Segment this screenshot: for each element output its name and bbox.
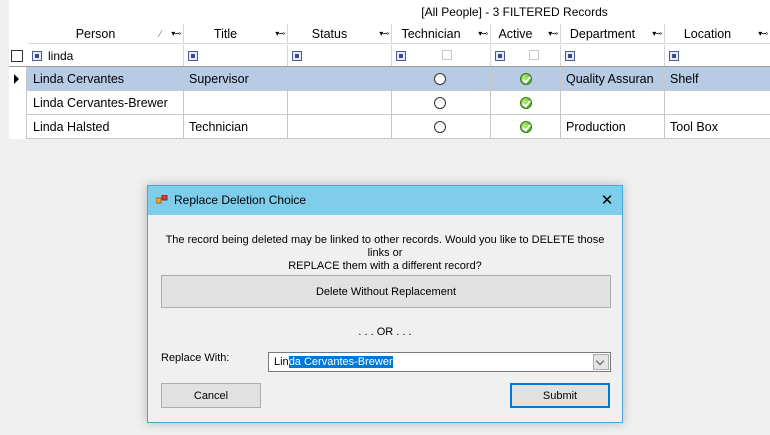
replace-with-combobox[interactable]: Linda Cervantes-Brewer bbox=[268, 352, 611, 372]
replace-deletion-dialog[interactable]: Replace Deletion Choice ✕ The record bei… bbox=[147, 185, 623, 423]
or-separator: . . . OR . . . bbox=[358, 326, 412, 338]
table-row[interactable]: Linda Halsted Technician Production Tool… bbox=[9, 115, 770, 139]
column-header-status[interactable]: Status ▾⊸ bbox=[288, 24, 392, 44]
filter-operator-icon[interactable] bbox=[396, 51, 406, 61]
filter-operator-icon[interactable] bbox=[292, 51, 302, 61]
filter-operator-icon[interactable] bbox=[32, 51, 42, 61]
row-indicator[interactable] bbox=[9, 115, 27, 139]
filter-cell-technician[interactable] bbox=[392, 45, 491, 67]
replace-with-value[interactable]: Linda Cervantes-Brewer bbox=[274, 353, 393, 371]
dialog-message-line: REPLACE them with a different record? bbox=[288, 260, 482, 272]
cell-technician[interactable] bbox=[392, 91, 491, 115]
column-header-label: Status bbox=[311, 27, 348, 41]
filter-toggle-icon[interactable] bbox=[11, 50, 23, 62]
column-header-active[interactable]: Active ▾⊸ bbox=[491, 24, 561, 44]
filter-checkbox[interactable] bbox=[529, 50, 539, 60]
delete-without-replacement-button[interactable]: Delete Without Replacement bbox=[161, 275, 611, 308]
technician-radio-icon[interactable] bbox=[434, 73, 446, 85]
close-icon[interactable]: ✕ bbox=[592, 186, 622, 215]
filter-operator-icon[interactable] bbox=[669, 51, 679, 61]
filter-cell-person[interactable]: linda bbox=[28, 45, 184, 67]
sort-icon[interactable]: ⁄ bbox=[159, 24, 161, 44]
cell-status[interactable] bbox=[288, 91, 392, 115]
filter-pin-icon[interactable]: ▾⊸ bbox=[379, 24, 389, 44]
filter-operator-icon[interactable] bbox=[188, 51, 198, 61]
filter-pin-icon[interactable]: ▾⊸ bbox=[478, 24, 488, 44]
cell-active[interactable] bbox=[491, 115, 561, 139]
filter-cell-department[interactable] bbox=[561, 45, 665, 67]
cell-department[interactable] bbox=[561, 91, 665, 115]
cell-location[interactable]: Shelf bbox=[665, 67, 770, 91]
typed-text: Lin bbox=[274, 356, 289, 368]
people-grid[interactable]: [All People] - 3 FILTERED Records Person… bbox=[9, 0, 770, 139]
cell-title[interactable]: Supervisor bbox=[184, 67, 288, 91]
submit-button[interactable]: Submit bbox=[510, 383, 610, 408]
column-header-label: Location bbox=[683, 27, 732, 41]
green-check-icon bbox=[520, 121, 532, 133]
column-header-label: Department bbox=[569, 27, 636, 41]
row-indicator[interactable] bbox=[9, 67, 27, 91]
filter-pin-icon[interactable]: ▾⊸ bbox=[548, 24, 558, 44]
cell-title[interactable]: Technician bbox=[184, 115, 288, 139]
cell-active[interactable] bbox=[491, 67, 561, 91]
filter-cell-title[interactable] bbox=[184, 45, 288, 67]
column-header-label: Technician bbox=[401, 27, 461, 41]
filter-operator-icon[interactable] bbox=[495, 51, 505, 61]
green-check-icon bbox=[520, 97, 532, 109]
column-header-label: Person bbox=[75, 27, 116, 41]
filter-cell-active[interactable] bbox=[491, 45, 561, 67]
cell-technician[interactable] bbox=[392, 115, 491, 139]
column-header-technician[interactable]: Technician ▾⊸ bbox=[392, 24, 491, 44]
filter-pin-icon[interactable]: ▾⊸ bbox=[275, 24, 285, 44]
filter-pin-icon[interactable]: ▾⊸ bbox=[758, 24, 768, 44]
column-header-title[interactable]: Title ▾⊸ bbox=[184, 24, 288, 44]
column-header-person[interactable]: Person ⁄ ▾⊸ bbox=[28, 24, 184, 44]
table-row[interactable]: Linda Cervantes-Brewer bbox=[9, 91, 770, 115]
grid-caption: [All People] - 3 FILTERED Records bbox=[421, 5, 608, 19]
chevron-down-icon[interactable] bbox=[593, 354, 609, 370]
column-header-label: Active bbox=[498, 27, 533, 41]
column-header-location[interactable]: Location ▾⊸ bbox=[665, 24, 770, 44]
cell-department[interactable]: Production bbox=[561, 115, 665, 139]
technician-radio-icon[interactable] bbox=[434, 121, 446, 133]
cell-title[interactable] bbox=[184, 91, 288, 115]
autocomplete-selection: da Cervantes-Brewer bbox=[288, 356, 393, 368]
replace-with-label: Replace With: bbox=[161, 352, 230, 364]
dialog-title: Replace Deletion Choice bbox=[174, 193, 307, 207]
column-header-label: Title bbox=[213, 27, 238, 41]
dialog-message-line: The record being deleted may be linked t… bbox=[165, 234, 605, 259]
table-row[interactable]: Linda Cervantes Supervisor Quality Assur… bbox=[9, 67, 770, 91]
filter-checkbox[interactable] bbox=[442, 50, 452, 60]
cell-person[interactable]: Linda Cervantes bbox=[28, 67, 184, 91]
cell-technician[interactable] bbox=[392, 67, 491, 91]
filter-pin-icon[interactable]: ▾⊸ bbox=[171, 24, 181, 44]
cell-active[interactable] bbox=[491, 91, 561, 115]
filter-value-person[interactable]: linda bbox=[48, 49, 73, 63]
filter-cell-status[interactable] bbox=[288, 45, 392, 67]
row-indicator[interactable] bbox=[9, 91, 27, 115]
column-header-department[interactable]: Department ▾⊸ bbox=[561, 24, 665, 44]
cell-department[interactable]: Quality Assuran bbox=[561, 67, 665, 91]
cell-person[interactable]: Linda Halsted bbox=[28, 115, 184, 139]
cell-person[interactable]: Linda Cervantes-Brewer bbox=[28, 91, 184, 115]
cell-status[interactable] bbox=[288, 115, 392, 139]
app-icon bbox=[156, 195, 168, 204]
cell-status[interactable] bbox=[288, 67, 392, 91]
current-row-icon bbox=[14, 74, 19, 84]
dialog-title-bar[interactable]: Replace Deletion Choice ✕ bbox=[148, 186, 622, 215]
cell-location[interactable]: Tool Box bbox=[665, 115, 770, 139]
dialog-message: The record being deleted may be linked t… bbox=[158, 234, 612, 273]
cancel-button[interactable]: Cancel bbox=[161, 383, 261, 408]
green-check-icon bbox=[520, 73, 532, 85]
cell-location[interactable] bbox=[665, 91, 770, 115]
technician-radio-icon[interactable] bbox=[434, 97, 446, 109]
filter-cell-location[interactable] bbox=[665, 45, 770, 67]
filter-operator-icon[interactable] bbox=[565, 51, 575, 61]
filter-pin-icon[interactable]: ▾⊸ bbox=[652, 24, 662, 44]
